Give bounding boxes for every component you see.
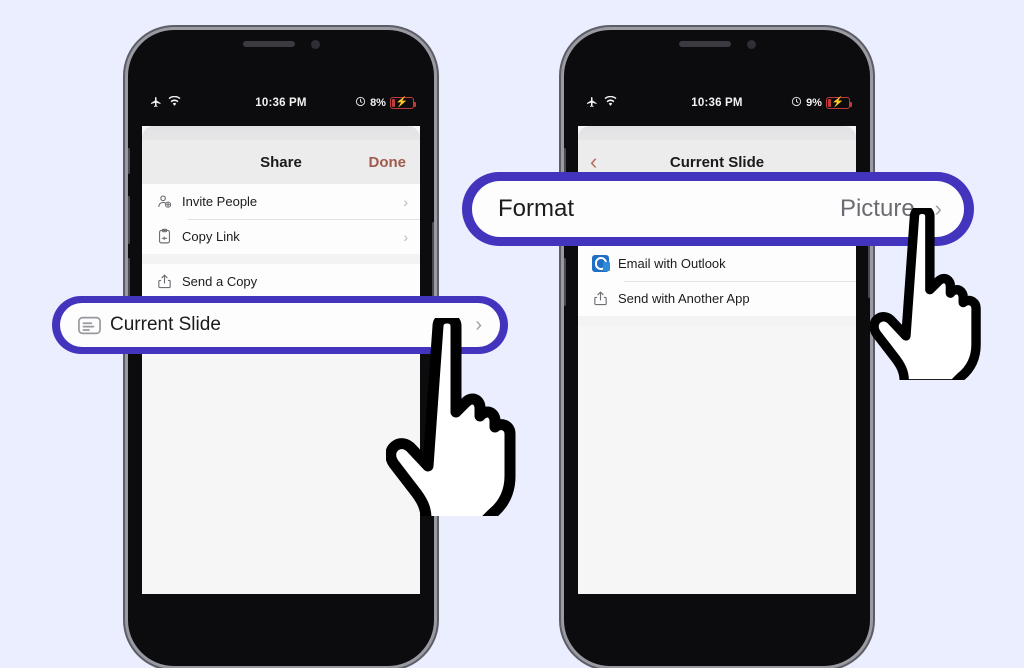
- list-section-gap: [578, 316, 856, 326]
- battery-percent-label: 8%: [370, 97, 386, 109]
- hand-pointer-cursor-right: [869, 204, 1000, 389]
- charging-bolt-icon: ⚡: [831, 97, 845, 108]
- list-item-invite-people[interactable]: Invite People ›: [142, 184, 420, 219]
- status-time: 10:36 PM: [255, 97, 307, 109]
- list-item-copy-link[interactable]: Copy Link ›: [142, 219, 420, 254]
- list-item-email-with-outlook[interactable]: Email with Outlook: [578, 246, 856, 281]
- notch: [198, 30, 364, 58]
- status-left-group: [564, 95, 665, 111]
- share-options-list: Invite People › Copy Link › Send a Copy: [142, 184, 420, 299]
- earpiece-speaker: [242, 41, 295, 47]
- silent-switch[interactable]: [128, 148, 130, 174]
- airplane-icon: [586, 96, 598, 111]
- alarm-icon: [355, 96, 366, 110]
- current-slide-options-list: Email with Outlook Send with Another App: [578, 246, 856, 326]
- share-up-arrow-icon: [592, 290, 618, 307]
- share-up-arrow-icon: [156, 273, 182, 290]
- list-item-label: Copy Link: [182, 229, 240, 244]
- earpiece-speaker: [678, 41, 731, 47]
- status-right-group: 8% ⚡: [333, 96, 434, 110]
- chevron-right-icon: ›: [403, 228, 408, 245]
- list-item-label: Invite People: [182, 194, 258, 209]
- share-navbar: Share Done: [142, 140, 420, 184]
- wifi-icon: [604, 95, 617, 110]
- clipboard-link-icon: [156, 228, 182, 245]
- list-item-send-with-another-app[interactable]: Send with Another App: [578, 281, 856, 316]
- chevron-right-icon: ›: [403, 193, 408, 210]
- silent-switch[interactable]: [564, 148, 566, 174]
- list-item-label: Send with Another App: [618, 291, 750, 306]
- done-button[interactable]: Done: [369, 154, 407, 171]
- status-time: 10:36 PM: [691, 97, 743, 109]
- slide-icon: [76, 312, 110, 339]
- hand-pointer-cursor-left: [385, 312, 538, 528]
- screenshot-stage: 10:36 PM 8% ⚡ Share Done Invite People ›…: [0, 0, 1024, 668]
- front-camera: [746, 39, 756, 49]
- current-slide-title: Current Slide: [669, 153, 765, 171]
- charging-bolt-icon: ⚡: [395, 97, 409, 108]
- invite-person-icon: [156, 193, 182, 210]
- outlook-icon: [592, 255, 618, 272]
- power-button[interactable]: [432, 222, 434, 298]
- wifi-icon: [168, 95, 181, 110]
- notch: [634, 30, 800, 58]
- list-item-label: Email with Outlook: [618, 256, 726, 271]
- right-status-bar: 10:36 PM 9% ⚡: [564, 90, 870, 116]
- status-left-group: [128, 95, 229, 111]
- left-status-bar: 10:36 PM 8% ⚡: [128, 90, 434, 116]
- format-label: Format: [498, 195, 575, 222]
- battery-icon: ⚡: [389, 97, 417, 109]
- front-camera: [310, 39, 320, 49]
- volume-up-button[interactable]: [128, 196, 130, 244]
- list-section-gap: [142, 254, 420, 264]
- right-phone-mockup: 10:36 PM 9% ⚡ ‹ Current Slide Email with…: [564, 30, 870, 666]
- status-right-group: 9% ⚡: [769, 96, 870, 110]
- battery-percent-label: 9%: [806, 97, 822, 109]
- airplane-icon: [150, 96, 162, 111]
- battery-icon: ⚡: [825, 97, 853, 109]
- alarm-icon: [791, 96, 802, 110]
- list-item-send-a-copy[interactable]: Send a Copy: [142, 264, 420, 299]
- left-phone-screen: Share Done Invite People › Copy Link › S…: [142, 126, 420, 594]
- list-item-label: Send a Copy: [182, 274, 258, 289]
- volume-down-button[interactable]: [564, 258, 566, 306]
